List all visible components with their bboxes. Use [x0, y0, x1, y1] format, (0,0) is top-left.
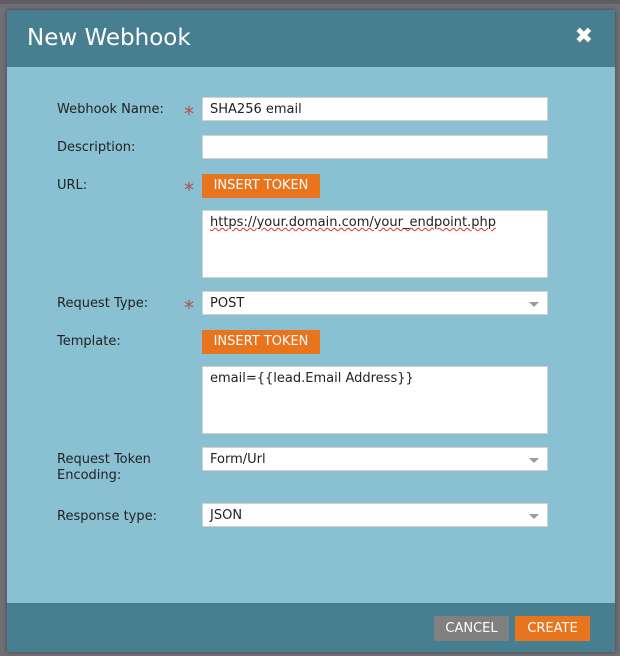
description-input[interactable]: [202, 135, 548, 159]
close-icon[interactable]: ✖: [575, 24, 593, 49]
request-type-select[interactable]: POST: [202, 291, 548, 315]
response-type-label: Response type:: [57, 509, 157, 524]
request-type-label: Request Type:: [57, 296, 149, 311]
url-textarea[interactable]: https://your.domain.com/your_endpoint.ph…: [202, 210, 548, 278]
dialog-title: New Webhook: [27, 25, 191, 51]
encoding-value: Form/Url: [210, 452, 266, 467]
dialog-header: New Webhook ✖: [7, 10, 615, 67]
required-icon: *: [184, 178, 194, 202]
backdrop: [0, 0, 620, 4]
create-button[interactable]: CREATE: [515, 616, 590, 641]
url-label: URL:: [57, 178, 88, 193]
request-type-value: POST: [210, 296, 245, 311]
response-type-select[interactable]: JSON: [202, 503, 548, 527]
template-label: Template:: [57, 334, 121, 349]
dialog-footer: CANCEL CREATE: [7, 603, 615, 652]
description-label: Description:: [57, 140, 136, 155]
encoding-select[interactable]: Form/Url: [202, 447, 548, 471]
url-value: https://your.domain.com/your_endpoint.ph…: [210, 215, 496, 230]
template-textarea[interactable]: email={{lead.Email Address}}: [202, 366, 548, 434]
response-type-value: JSON: [210, 508, 243, 523]
cancel-button[interactable]: CANCEL: [434, 616, 509, 641]
required-icon: *: [184, 102, 194, 126]
webhook-name-label: Webhook Name:: [57, 102, 164, 117]
url-insert-token-button[interactable]: INSERT TOKEN: [202, 174, 320, 198]
required-icon: *: [184, 296, 194, 320]
new-webhook-dialog: New Webhook ✖ Webhook Name: * SHA256 ema…: [7, 10, 615, 652]
encoding-label: Request Token Encoding:: [57, 452, 151, 483]
template-insert-token-button[interactable]: INSERT TOKEN: [202, 330, 320, 354]
webhook-name-input[interactable]: SHA256 email: [202, 97, 548, 121]
